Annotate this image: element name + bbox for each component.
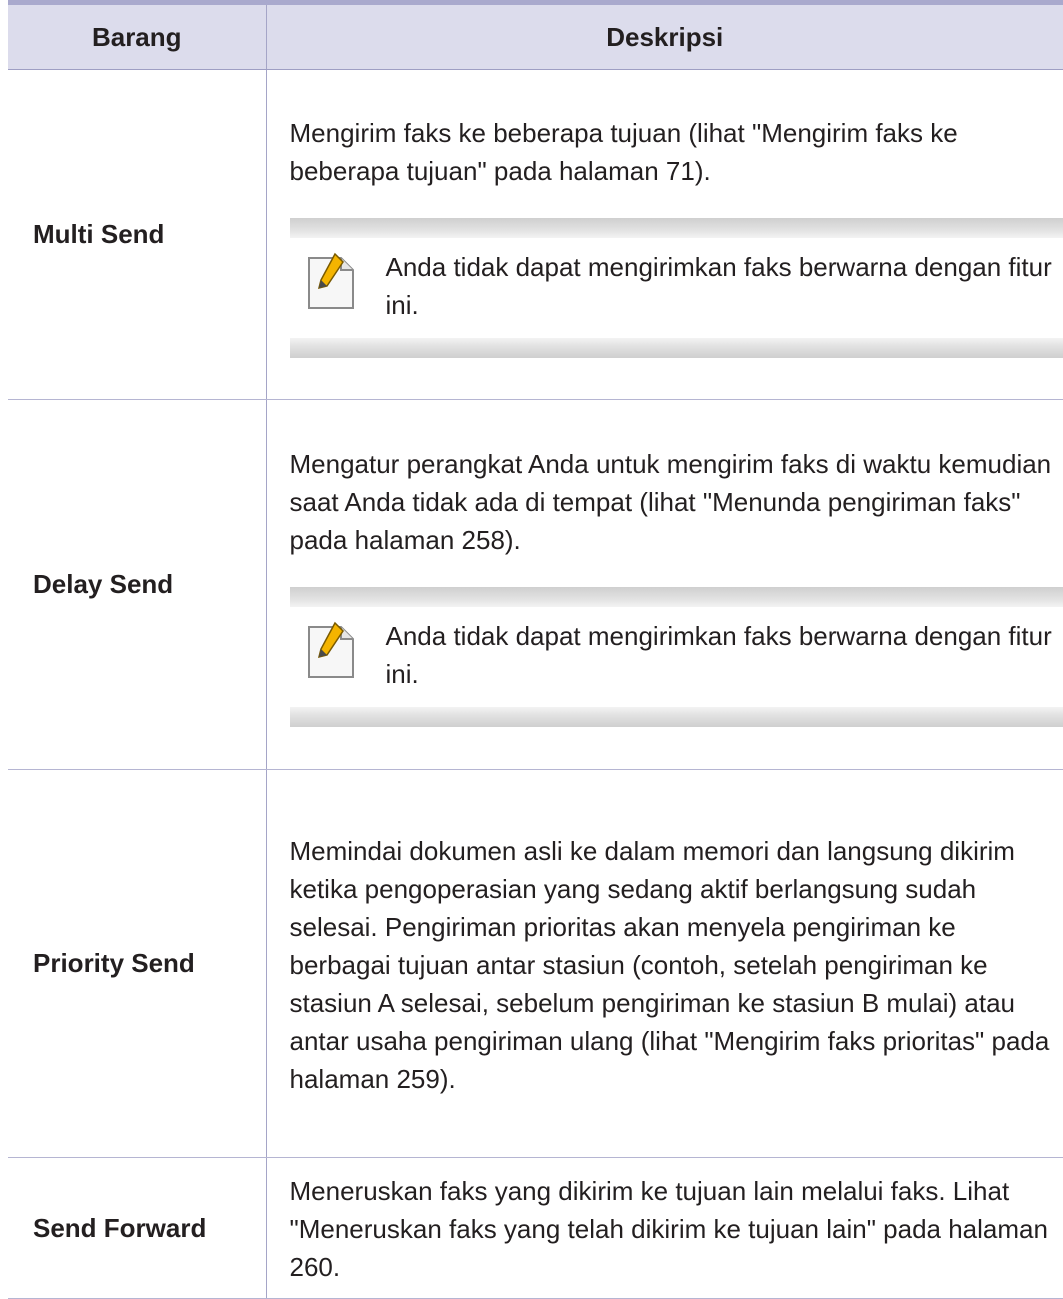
document-page: Barang Deskripsi Multi Send Mengirim fak… xyxy=(0,0,1063,1242)
table-row: Delay Send Mengatur perangkat Anda untuk… xyxy=(8,400,1063,770)
table-header-row: Barang Deskripsi xyxy=(8,3,1063,70)
table-row: Multi Send Mengirim faks ke beberapa tuj… xyxy=(8,70,1063,400)
description-text: Meneruskan faks yang dikirim ke tujuan l… xyxy=(290,1172,1063,1286)
note-text: Anda tidak dapat mengirimkan faks berwar… xyxy=(386,621,1052,689)
fax-send-options-table: Barang Deskripsi Multi Send Mengirim fak… xyxy=(8,0,1063,1299)
note-body: Anda tidak dapat mengirimkan faks berwar… xyxy=(290,238,1063,338)
note-shade-top xyxy=(290,218,1063,238)
description-text: Mengatur perangkat Anda untuk mengirim f… xyxy=(290,445,1063,559)
description-cell: Mengirim faks ke beberapa tujuan (lihat … xyxy=(266,70,1063,400)
note-shade-bottom xyxy=(290,707,1063,727)
table-row: Priority Send Memindai dokumen asli ke d… xyxy=(8,770,1063,1158)
note-shade-top xyxy=(290,587,1063,607)
note-text: Anda tidak dapat mengirimkan faks berwar… xyxy=(386,252,1052,320)
description-cell: Memindai dokumen asli ke dalam memori da… xyxy=(266,770,1063,1158)
note-pencil-icon xyxy=(305,252,357,312)
description-cell: Meneruskan faks yang dikirim ke tujuan l… xyxy=(266,1158,1063,1299)
column-header-description: Deskripsi xyxy=(266,3,1063,70)
note-shade-bottom xyxy=(290,338,1063,358)
column-header-item: Barang xyxy=(8,3,266,70)
item-cell: Send Forward xyxy=(8,1158,266,1299)
note-box: Anda tidak dapat mengirimkan faks berwar… xyxy=(290,218,1063,358)
note-pencil-icon xyxy=(305,621,357,681)
table-row: Send Forward Meneruskan faks yang dikiri… xyxy=(8,1158,1063,1299)
item-cell: Delay Send xyxy=(8,400,266,770)
description-text: Mengirim faks ke beberapa tujuan (lihat … xyxy=(290,114,1063,190)
description-text: Memindai dokumen asli ke dalam memori da… xyxy=(290,832,1063,1098)
item-cell: Priority Send xyxy=(8,770,266,1158)
item-cell: Multi Send xyxy=(8,70,266,400)
note-body: Anda tidak dapat mengirimkan faks berwar… xyxy=(290,607,1063,707)
note-box: Anda tidak dapat mengirimkan faks berwar… xyxy=(290,587,1063,727)
description-cell: Mengatur perangkat Anda untuk mengirim f… xyxy=(266,400,1063,770)
